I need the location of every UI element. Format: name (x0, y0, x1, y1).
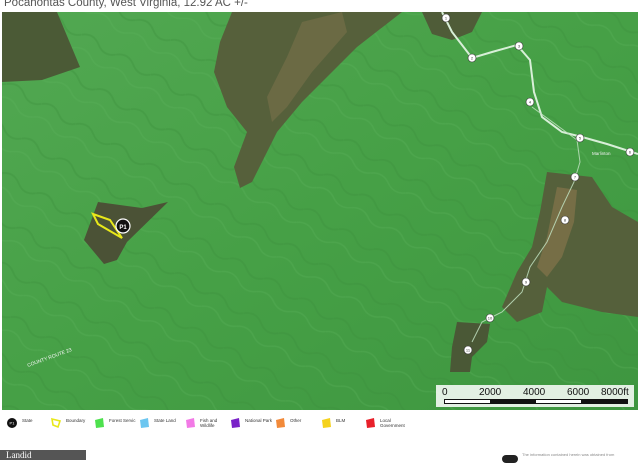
legend-label: Boundary (66, 418, 86, 423)
legend-label: Local Government (380, 418, 405, 428)
scale-segments (444, 399, 628, 404)
scale-seg-1 (445, 400, 490, 403)
brand-logo[interactable]: Landid (0, 450, 86, 460)
scale-label-2000: 2000 (479, 387, 502, 398)
scale-bar: 0 2000 4000 6000 8000ft (436, 385, 634, 407)
scale-label-6000: 6000 (567, 387, 590, 398)
legend-label: State (22, 418, 33, 423)
boundary-icon (51, 417, 62, 429)
legend-label: Other (290, 418, 302, 423)
legend-label: Fish and Wildlife (200, 418, 218, 428)
other-icon (276, 418, 285, 428)
legend-label: National Park (245, 418, 273, 423)
road-marker-label-10: 10 (488, 316, 493, 321)
legend-label: State Land (154, 418, 176, 423)
legend-label: BLM (336, 418, 346, 423)
forest-service-icon (95, 418, 104, 428)
blm-icon (322, 418, 331, 428)
state-icon: P1 (7, 418, 17, 428)
legend: P1 State Boundary Forest Servic State La… (0, 410, 640, 438)
fish-wildlife-icon (186, 418, 195, 428)
scale-seg-2 (490, 400, 536, 403)
scale-seg-4 (581, 400, 627, 403)
map-canvas[interactable]: P1 1 2 3 4 5 6 7 8 9 10 11 Marlinton COU… (2, 12, 638, 410)
legend-label: Forest Servic (109, 418, 136, 423)
place-label: Marlinton (592, 151, 611, 156)
national-park-icon (231, 418, 240, 428)
map-svg[interactable]: P1 1 2 3 4 5 6 7 8 9 10 11 Marlinton COU… (2, 12, 638, 410)
info-icon (502, 455, 518, 463)
map-title: Pocahontas County, West Virginia, 12.92 … (4, 0, 248, 9)
scale-label-0: 0 (442, 387, 448, 398)
scale-label-4000: 4000 (523, 387, 546, 398)
local-government-icon (366, 418, 375, 428)
svg-text:P1: P1 (10, 421, 16, 426)
disclaimer-text: The information contained herein was obt… (522, 452, 615, 457)
scale-seg-3 (536, 400, 581, 403)
scale-label-8000ft: 8000ft (601, 387, 629, 398)
parcel-marker-label: P1 (119, 225, 127, 231)
state-land-icon (140, 418, 149, 428)
